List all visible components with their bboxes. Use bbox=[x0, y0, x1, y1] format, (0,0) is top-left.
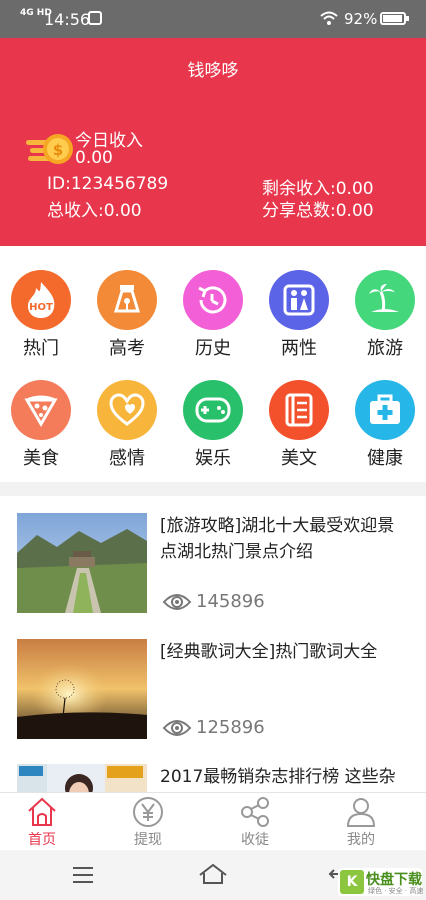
article-views: 145896 bbox=[162, 591, 265, 612]
category-label: 高考 bbox=[109, 338, 145, 359]
view-count: 145896 bbox=[196, 591, 265, 612]
article-title: [旅游攻略]湖北十大最受欢迎景点湖北热门景点介绍 bbox=[160, 516, 395, 562]
status-time: 14:56 bbox=[44, 10, 91, 29]
page-title: 钱哆哆 bbox=[187, 61, 239, 81]
hot-icon: HOT bbox=[11, 270, 71, 330]
user-icon bbox=[346, 798, 376, 827]
tab-label: 提现 bbox=[134, 832, 162, 848]
article-title: 2017最畅销杂志排行榜 这些杂志都是你必常型的 bbox=[160, 767, 396, 787]
tab-label: 首页 bbox=[28, 832, 56, 848]
article-item[interactable]: [经典歌词大全]热门歌词大全 125896 bbox=[0, 639, 426, 757]
heart-icon bbox=[97, 380, 157, 440]
notebook-icon bbox=[269, 380, 329, 440]
tab-label: 我的 bbox=[347, 832, 375, 848]
article-title: [经典歌词大全]热门歌词大全 bbox=[160, 642, 378, 662]
article-item[interactable]: [旅游攻略]湖北十大最受欢迎景点湖北热门景点介绍 145896 bbox=[0, 513, 426, 631]
svg-text:$: $ bbox=[53, 141, 63, 159]
pizza-icon bbox=[11, 380, 71, 440]
article-thumbnail bbox=[17, 513, 147, 613]
sim-icon bbox=[88, 11, 102, 25]
category-entertainment[interactable]: 娱乐 bbox=[173, 380, 253, 470]
category-label: 美文 bbox=[281, 448, 317, 469]
gamepad-icon bbox=[183, 380, 243, 440]
category-hot[interactable]: HOT 热门 bbox=[1, 270, 81, 360]
article-item[interactable]: 2017最畅销杂志排行榜 这些杂志都是你必常型的 bbox=[0, 764, 426, 792]
category-gaokao[interactable]: 高考 bbox=[87, 270, 167, 360]
tab-recruit[interactable]: 收徒 bbox=[220, 795, 290, 849]
article-thumbnail bbox=[17, 639, 147, 739]
category-label: 热门 bbox=[23, 338, 59, 359]
medical-kit-icon bbox=[355, 380, 415, 440]
yen-icon bbox=[133, 797, 163, 827]
svg-text:HOT: HOT bbox=[29, 302, 53, 313]
user-id: ID:123456789 bbox=[47, 174, 169, 194]
tab-mine[interactable]: 我的 bbox=[326, 795, 396, 849]
article-list: [旅游攻略]湖北十大最受欢迎景点湖北热门景点介绍 145896 [经典歌词大全]… bbox=[0, 496, 426, 792]
battery-percent: 92% bbox=[344, 10, 378, 28]
income-header: 钱哆哆 $ 今日收入 0.00 ID:123456789 剩余收入:0.00 总… bbox=[0, 38, 426, 246]
tab-home[interactable]: 首页 bbox=[7, 795, 77, 849]
watermark-slogan: 绿色 · 安全 · 高速 bbox=[368, 887, 424, 895]
category-history[interactable]: 历史 bbox=[173, 270, 253, 360]
history-icon bbox=[183, 270, 243, 330]
bottom-tab-bar: 首页 提现 收徒 我的 bbox=[0, 792, 426, 850]
status-bar: 4G HD 14:56 92% bbox=[0, 0, 426, 38]
watermark-k-icon: K bbox=[340, 870, 364, 894]
total-income: 总收入:0.00 bbox=[47, 201, 142, 221]
palm-tree-icon bbox=[355, 270, 415, 330]
today-income-value: 0.00 bbox=[75, 148, 113, 168]
share-total: 分享总数:0.00 bbox=[262, 201, 374, 221]
watermark-logo: K 快盘下载 绿色 · 安全 · 高速 bbox=[338, 868, 424, 896]
tab-withdraw[interactable]: 提现 bbox=[113, 795, 183, 849]
coin-icon: $ bbox=[26, 134, 73, 164]
category-label: 美食 bbox=[23, 448, 59, 469]
share-icon bbox=[241, 797, 269, 827]
category-label: 感情 bbox=[109, 448, 145, 469]
category-label: 历史 bbox=[195, 338, 231, 359]
nav-home-icon[interactable] bbox=[198, 863, 228, 885]
category-grid: HOT 热门 高考 历史 两性 旅游 美食 感情 娱乐 美文 健康 bbox=[0, 246, 426, 482]
menu-icon[interactable] bbox=[73, 867, 93, 888]
eye-icon bbox=[162, 719, 192, 736]
category-label: 旅游 bbox=[367, 338, 403, 359]
tab-label: 收徒 bbox=[241, 832, 269, 848]
home-icon bbox=[28, 797, 56, 826]
article-thumbnail bbox=[17, 764, 147, 792]
article-views: 125896 bbox=[162, 717, 265, 738]
category-emotion[interactable]: 感情 bbox=[87, 380, 167, 470]
category-travel[interactable]: 旅游 bbox=[345, 270, 425, 360]
category-gender[interactable]: 两性 bbox=[259, 270, 339, 360]
eye-icon bbox=[162, 593, 192, 610]
category-food[interactable]: 美食 bbox=[1, 380, 81, 470]
category-label: 两性 bbox=[281, 338, 317, 359]
view-count: 125896 bbox=[196, 717, 265, 738]
gender-icon bbox=[269, 270, 329, 330]
battery-icon bbox=[380, 12, 409, 25]
category-essay[interactable]: 美文 bbox=[259, 380, 339, 470]
category-label: 健康 bbox=[367, 448, 403, 469]
pen-icon bbox=[97, 270, 157, 330]
category-label: 娱乐 bbox=[195, 448, 231, 469]
category-health[interactable]: 健康 bbox=[345, 380, 425, 470]
wifi-icon bbox=[320, 11, 338, 25]
